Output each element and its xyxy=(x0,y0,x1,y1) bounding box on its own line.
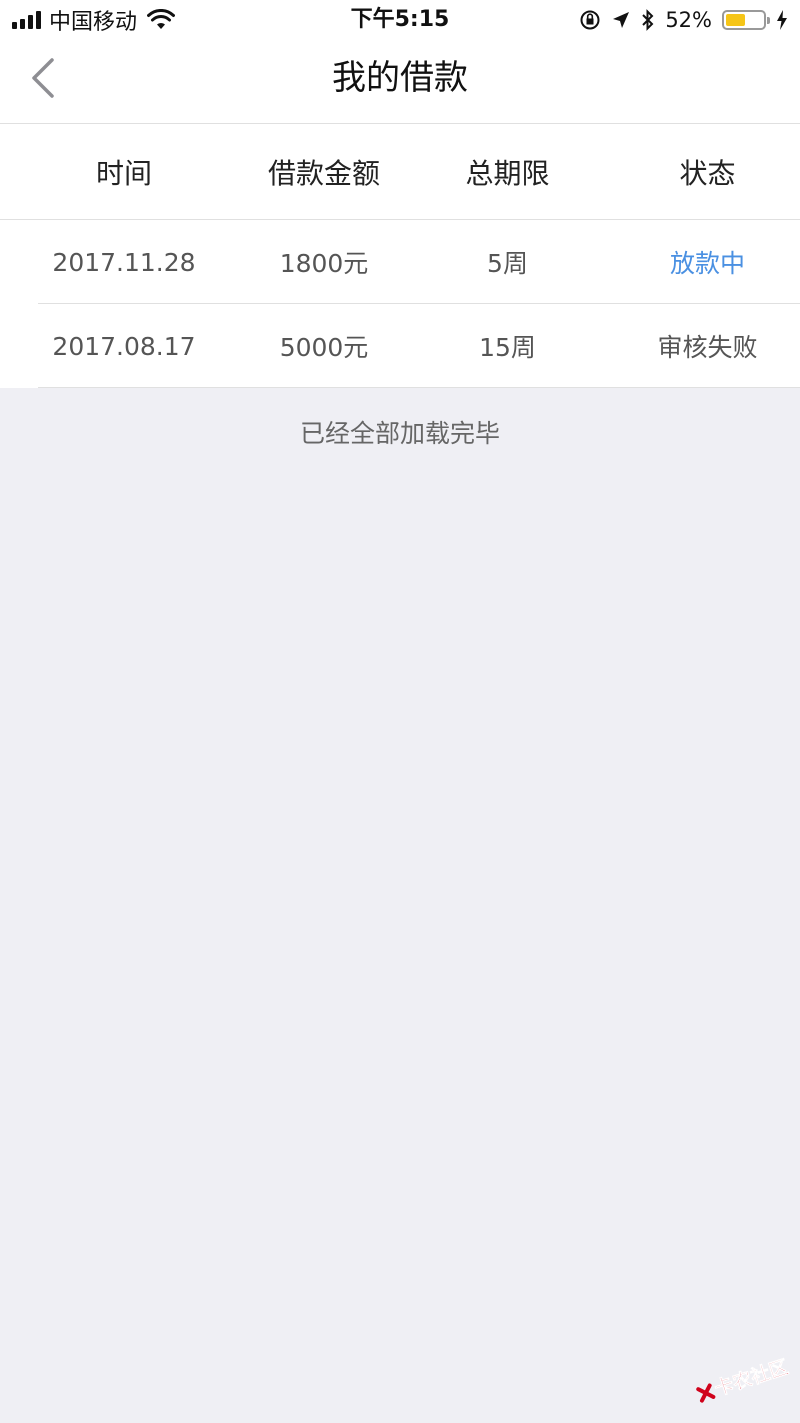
column-header-time: 时间 xyxy=(95,156,152,190)
loan-date: 2017.11.28 xyxy=(52,247,196,277)
loan-status: 放款中 xyxy=(669,249,745,278)
battery-level-fill xyxy=(726,14,745,26)
battery-percent: 52% xyxy=(665,8,712,32)
watermark-logo: 卡农社区 xyxy=(696,1355,791,1403)
table-row[interactable]: 2017.11.28 1800元 5周 放款中 xyxy=(0,220,800,304)
loan-term: 15周 xyxy=(479,333,536,362)
loan-amount: 1800元 xyxy=(279,249,369,278)
row-divider xyxy=(38,387,800,388)
loan-status: 审核失败 xyxy=(657,333,758,362)
loan-term: 5周 xyxy=(487,249,528,278)
column-header-amount: 借款金额 xyxy=(267,156,380,190)
watermark-mark-icon xyxy=(696,1383,716,1403)
column-header-status: 状态 xyxy=(679,156,736,190)
table-row[interactable]: 2017.08.17 5000元 15周 审核失败 xyxy=(0,304,800,388)
loan-amount: 5000元 xyxy=(279,333,369,362)
watermark-text: 卡农社区 xyxy=(712,1355,791,1400)
nav-bar: 我的借款 xyxy=(0,40,800,124)
page-title: 我的借款 xyxy=(332,58,468,98)
table-header: 时间 借款金额 总期限 状态 xyxy=(0,124,800,220)
bluetooth-icon xyxy=(642,9,654,31)
battery-icon xyxy=(722,10,770,30)
load-complete-message: 已经全部加载完毕 xyxy=(299,419,500,448)
column-header-term: 总期限 xyxy=(465,156,550,190)
loan-date: 2017.08.17 xyxy=(52,331,196,361)
charging-bolt-icon xyxy=(777,10,787,30)
status-bar-right: 52% xyxy=(579,6,788,34)
status-bar: 中国移动 下午5:15 52% xyxy=(0,0,800,40)
loan-table: 时间 借款金额 总期限 状态 2017.11.28 1800元 5周 放款中 2… xyxy=(0,124,800,388)
rotation-lock-icon xyxy=(580,10,600,30)
location-icon xyxy=(613,12,630,28)
